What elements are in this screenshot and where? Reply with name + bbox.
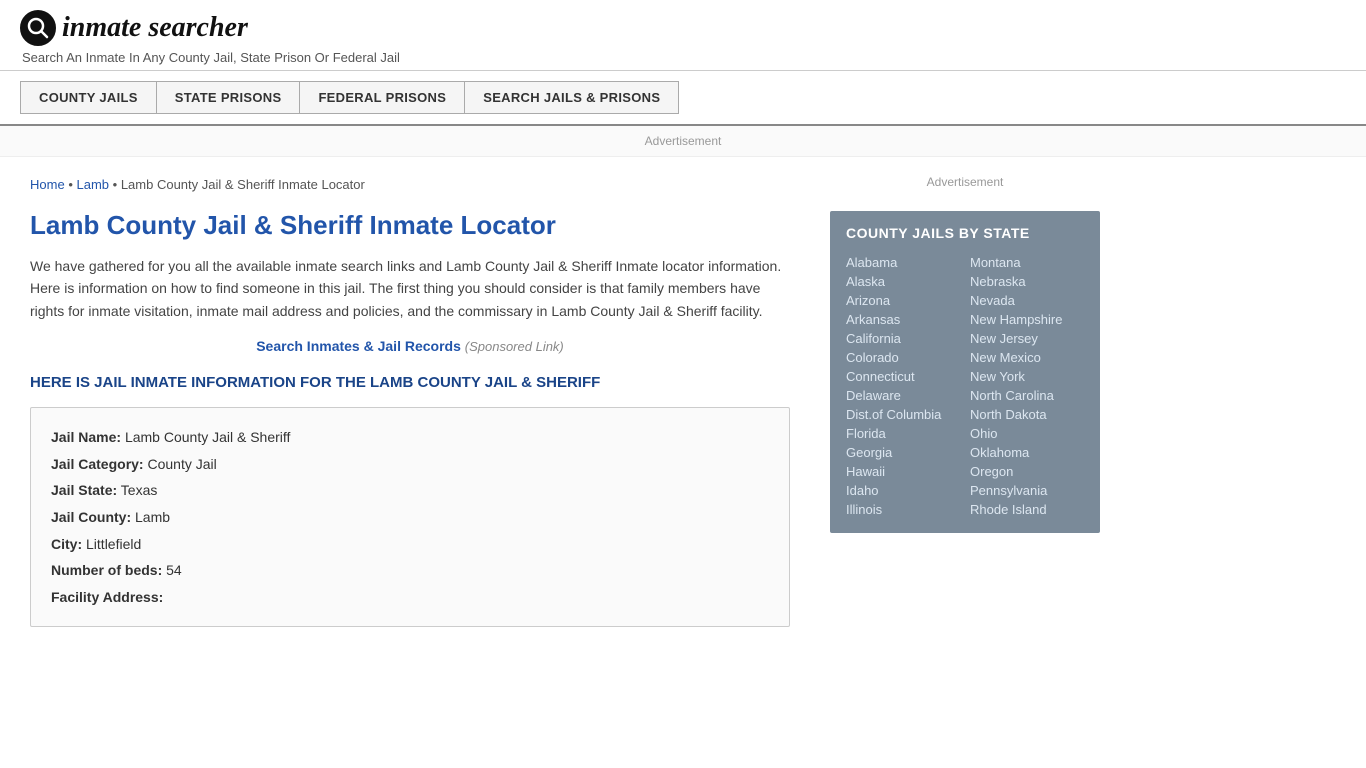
- description: We have gathered for you all the availab…: [30, 255, 790, 322]
- state-link[interactable]: Idaho: [846, 481, 960, 500]
- state-link[interactable]: New Hampshire: [970, 310, 1084, 329]
- beds-label: Number of beds:: [51, 562, 162, 578]
- nav-state-prisons[interactable]: STATE PRISONS: [156, 81, 300, 114]
- state-columns: AlabamaAlaskaArizonaArkansasCaliforniaCo…: [846, 253, 1084, 519]
- logo-area: inmate searcher: [20, 10, 1346, 46]
- address-field: Facility Address:: [51, 584, 769, 611]
- state-link[interactable]: Oregon: [970, 462, 1084, 481]
- sidebar: Advertisement COUNTY JAILS BY STATE Alab…: [820, 157, 1120, 647]
- breadcrumb-home[interactable]: Home: [30, 177, 65, 192]
- state-link[interactable]: Arkansas: [846, 310, 960, 329]
- state-link[interactable]: North Carolina: [970, 386, 1084, 405]
- state-link[interactable]: Ohio: [970, 424, 1084, 443]
- state-link[interactable]: Georgia: [846, 443, 960, 462]
- logo-icon: [20, 10, 56, 46]
- beds-field: Number of beds: 54: [51, 557, 769, 584]
- ad-label: Advertisement: [645, 134, 722, 148]
- header: inmate searcher Search An Inmate In Any …: [0, 0, 1366, 71]
- section-heading: HERE IS JAIL INMATE INFORMATION FOR THE …: [30, 374, 790, 391]
- jail-state-value: Texas: [121, 482, 158, 498]
- breadcrumb-sep1: •: [68, 177, 73, 192]
- city-value: Littlefield: [86, 536, 141, 552]
- breadcrumb-current: Lamb County Jail & Sheriff Inmate Locato…: [121, 177, 365, 192]
- state-link[interactable]: Hawaii: [846, 462, 960, 481]
- jail-category-field: Jail Category: County Jail: [51, 451, 769, 478]
- nav-federal-prisons[interactable]: FEDERAL PRISONS: [299, 81, 464, 114]
- logo-text: inmate searcher: [62, 12, 248, 44]
- state-link[interactable]: Pennsylvania: [970, 481, 1084, 500]
- state-link[interactable]: Nevada: [970, 291, 1084, 310]
- breadcrumb: Home • Lamb • Lamb County Jail & Sheriff…: [30, 177, 790, 192]
- nav-search-jails[interactable]: SEARCH JAILS & PRISONS: [464, 81, 679, 114]
- jail-county-field: Jail County: Lamb: [51, 504, 769, 531]
- tagline: Search An Inmate In Any County Jail, Sta…: [22, 50, 1346, 65]
- state-link[interactable]: Delaware: [846, 386, 960, 405]
- state-link[interactable]: Arizona: [846, 291, 960, 310]
- jail-state-field: Jail State: Texas: [51, 477, 769, 504]
- sponsored-link-area: Search Inmates & Jail Records (Sponsored…: [30, 338, 790, 354]
- states-col1: AlabamaAlaskaArizonaArkansasCaliforniaCo…: [846, 253, 960, 519]
- city-label: City:: [51, 536, 82, 552]
- breadcrumb-parent[interactable]: Lamb: [77, 177, 110, 192]
- address-label: Facility Address:: [51, 589, 163, 605]
- state-link[interactable]: Nebraska: [970, 272, 1084, 291]
- county-jails-heading: COUNTY JAILS BY STATE: [846, 225, 1084, 241]
- state-link[interactable]: Illinois: [846, 500, 960, 519]
- jail-name-field: Jail Name: Lamb County Jail & Sheriff: [51, 424, 769, 451]
- main-layout: Home • Lamb • Lamb County Jail & Sheriff…: [0, 157, 1366, 647]
- state-link[interactable]: Montana: [970, 253, 1084, 272]
- jail-name-value: Lamb County Jail & Sheriff: [125, 429, 291, 445]
- state-link[interactable]: North Dakota: [970, 405, 1084, 424]
- jail-county-label: Jail County:: [51, 509, 131, 525]
- jail-name-label: Jail Name:: [51, 429, 121, 445]
- state-link[interactable]: Oklahoma: [970, 443, 1084, 462]
- breadcrumb-sep2: •: [113, 177, 121, 192]
- state-link[interactable]: Dist.of Columbia: [846, 405, 960, 424]
- state-link[interactable]: Colorado: [846, 348, 960, 367]
- city-field: City: Littlefield: [51, 531, 769, 558]
- nav-bar: COUNTY JAILS STATE PRISONS FEDERAL PRISO…: [0, 71, 1366, 126]
- info-box: Jail Name: Lamb County Jail & Sheriff Ja…: [30, 407, 790, 627]
- sidebar-ad: Advertisement: [830, 167, 1100, 197]
- sidebar-ad-label: Advertisement: [927, 175, 1004, 189]
- sponsored-label: (Sponsored Link): [465, 339, 564, 354]
- jail-county-value: Lamb: [135, 509, 170, 525]
- state-link[interactable]: Connecticut: [846, 367, 960, 386]
- jail-category-value: County Jail: [147, 456, 216, 472]
- logo-text-label: inmate searcher: [62, 12, 248, 43]
- state-link[interactable]: New Jersey: [970, 329, 1084, 348]
- county-jails-box: COUNTY JAILS BY STATE AlabamaAlaskaArizo…: [830, 211, 1100, 533]
- state-link[interactable]: Florida: [846, 424, 960, 443]
- state-link[interactable]: California: [846, 329, 960, 348]
- states-col2: MontanaNebraskaNevadaNew HampshireNew Je…: [970, 253, 1084, 519]
- page-title: Lamb County Jail & Sheriff Inmate Locato…: [30, 210, 790, 241]
- content-area: Home • Lamb • Lamb County Jail & Sheriff…: [0, 157, 820, 647]
- state-link[interactable]: New Mexico: [970, 348, 1084, 367]
- sponsored-link[interactable]: Search Inmates & Jail Records: [256, 338, 461, 354]
- state-link[interactable]: Alabama: [846, 253, 960, 272]
- jail-category-label: Jail Category:: [51, 456, 144, 472]
- jail-state-label: Jail State:: [51, 482, 117, 498]
- state-link[interactable]: Alaska: [846, 272, 960, 291]
- state-link[interactable]: Rhode Island: [970, 500, 1084, 519]
- state-link[interactable]: New York: [970, 367, 1084, 386]
- ad-bar: Advertisement: [0, 126, 1366, 157]
- nav-county-jails[interactable]: COUNTY JAILS: [20, 81, 156, 114]
- beds-value: 54: [166, 562, 182, 578]
